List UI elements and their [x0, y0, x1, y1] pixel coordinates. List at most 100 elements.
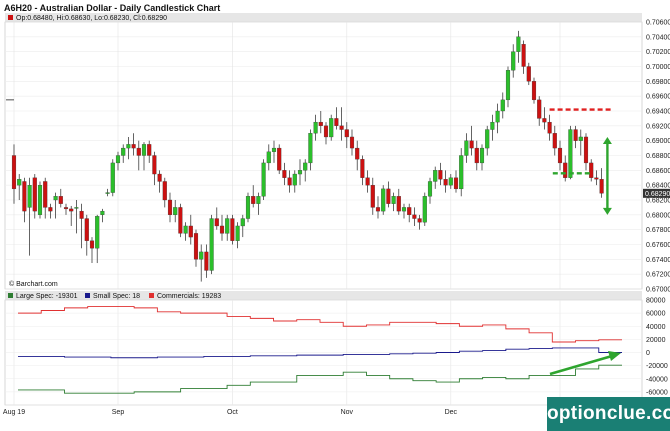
candle-body	[537, 99, 542, 119]
chart-title: A6H20 - Australian Dollar - Daily Candle…	[4, 3, 220, 13]
candle-body	[199, 251, 204, 260]
candle-body	[287, 177, 292, 186]
candle-body	[469, 140, 474, 149]
candle-body	[329, 118, 334, 138]
candle-body	[79, 210, 84, 219]
candle-body	[433, 170, 438, 182]
cot-tick-label: 20000	[646, 337, 666, 344]
price-tick-label: 0.68200	[646, 198, 670, 205]
candle-body	[173, 207, 178, 215]
candle-body	[427, 181, 433, 197]
candle-body	[230, 218, 235, 241]
candle-body	[490, 121, 495, 130]
candle-body	[318, 121, 323, 126]
candle-body	[339, 125, 344, 130]
candle-body	[417, 218, 422, 223]
candle-body	[344, 129, 349, 138]
candle-body	[568, 129, 573, 178]
candle-body	[453, 177, 459, 190]
candle-body	[32, 177, 37, 212]
candle-body	[412, 214, 417, 219]
candle-body	[578, 136, 583, 141]
candle-body	[323, 125, 329, 138]
cot-tick-label: 40000	[646, 324, 666, 331]
candle-body	[271, 147, 277, 152]
price-tick-label: 0.70400	[646, 34, 670, 41]
cot-legend-label: Small Spec: 18	[93, 293, 140, 300]
candle-body	[178, 207, 183, 234]
candle-body	[69, 208, 74, 212]
candle-body	[84, 218, 89, 241]
candle-body	[89, 240, 95, 249]
candle-body	[594, 177, 599, 180]
candle-body	[599, 179, 604, 194]
cot-legend-swatch	[149, 293, 154, 298]
candle-body	[495, 110, 500, 123]
candle-body	[126, 144, 131, 149]
candle-body	[152, 155, 157, 175]
cot-legend-swatch	[85, 293, 90, 298]
candle-body	[334, 118, 339, 126]
candle-body	[526, 66, 531, 82]
price-tick-label: 0.69400	[646, 109, 670, 116]
candle-body	[589, 162, 594, 178]
candle-body	[251, 196, 256, 204]
ohlc-readout: Op:0.68480, Hi:0.68630, Lo:0.68230, Cl:0…	[16, 15, 167, 22]
candle-body	[438, 170, 443, 180]
price-tick-label: 0.68800	[646, 153, 670, 160]
candle-body	[303, 162, 308, 171]
price-tick-label: 0.67000	[646, 287, 670, 294]
candle-body	[245, 196, 251, 219]
cot-legend-label: Large Spec: -19301	[16, 293, 78, 300]
candle-body	[37, 185, 43, 215]
candle-body	[292, 173, 297, 186]
candle-body	[277, 147, 282, 171]
candle-body	[521, 44, 526, 67]
candle-body	[422, 196, 427, 223]
price-tick-label: 0.67400	[646, 257, 670, 264]
x-tick-label: Oct	[227, 409, 238, 416]
ohlc-swatch	[8, 15, 13, 20]
candle-body	[583, 136, 589, 164]
x-tick-label: Nov	[341, 409, 354, 416]
candle-body	[43, 181, 48, 208]
price-tick-label: 0.70200	[646, 49, 670, 56]
candle-body	[100, 210, 105, 215]
cot-tick-label: -40000	[646, 376, 668, 383]
candle-body	[147, 144, 152, 156]
cot-tick-label: 0	[646, 350, 650, 357]
candle-body	[121, 147, 126, 156]
candle-body	[500, 99, 505, 112]
candle-body	[401, 207, 407, 212]
last-price-label: 0.68290	[645, 191, 670, 198]
candle-body	[542, 118, 547, 123]
cot-tick-label: -20000	[646, 363, 668, 370]
x-tick-label: Aug 19	[3, 409, 25, 416]
candle-body	[22, 181, 27, 212]
candle-body	[349, 136, 355, 149]
candle-body	[188, 225, 193, 238]
price-tick-label: 0.69000	[646, 138, 670, 145]
x-tick-label: Sep	[112, 409, 125, 416]
cot-tick-label: -60000	[646, 389, 668, 396]
price-tick-label: 0.70600	[646, 20, 670, 27]
price-tick-label: 0.68000	[646, 212, 670, 219]
candle-body	[448, 177, 453, 186]
x-tick-label: Dec	[445, 409, 458, 416]
candle-body	[183, 225, 188, 234]
candle-body	[204, 251, 209, 271]
cot-tick-label: 60000	[646, 311, 666, 318]
candle-body	[552, 133, 557, 149]
price-tick-label: 0.69800	[646, 79, 670, 86]
candle-body	[266, 151, 271, 164]
candle-body	[240, 218, 245, 227]
candle-body	[74, 207, 79, 209]
candle-body	[167, 199, 173, 215]
candle-body	[48, 207, 53, 212]
candle-body	[256, 196, 261, 204]
candle-body	[235, 225, 240, 241]
candle-body	[391, 196, 396, 204]
candle-body	[407, 207, 412, 215]
candle-body	[360, 159, 365, 178]
candle-body	[511, 51, 516, 71]
